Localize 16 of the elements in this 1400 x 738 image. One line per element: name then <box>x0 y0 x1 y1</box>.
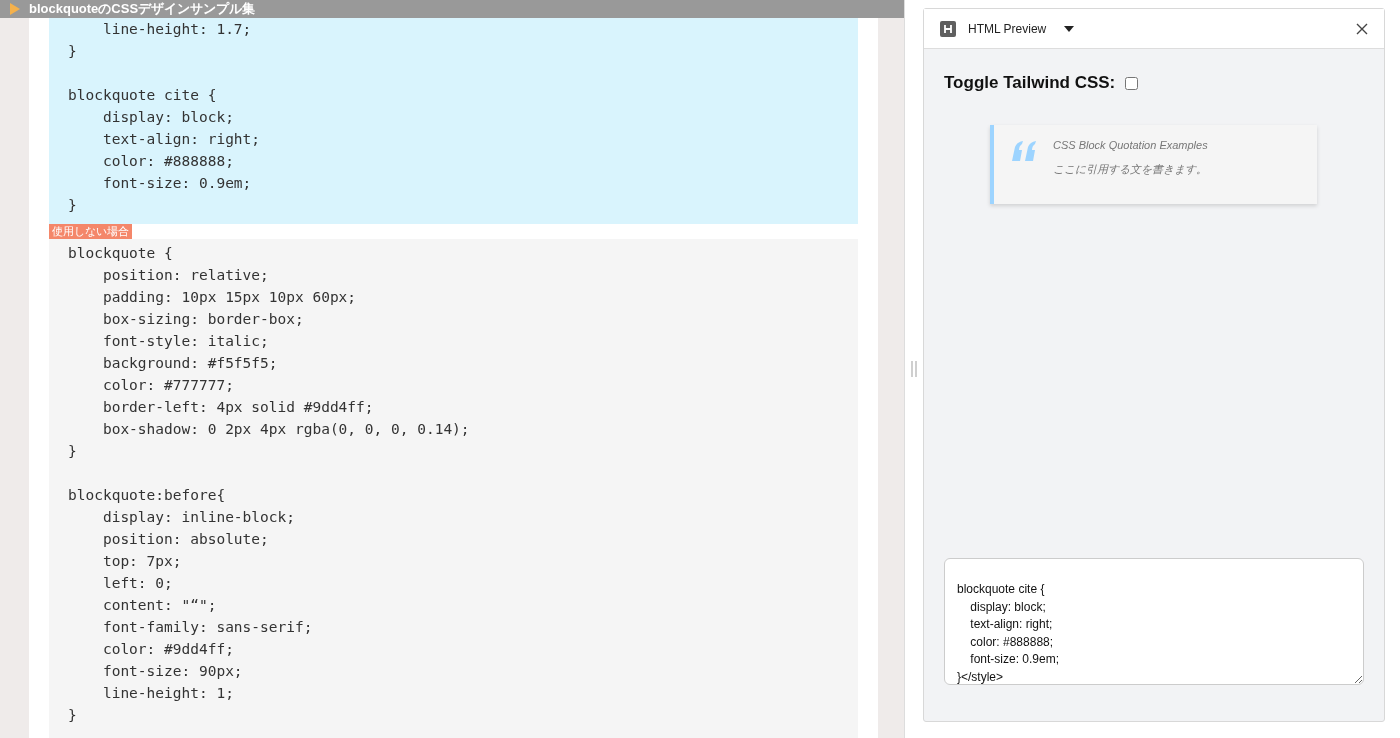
tailwind-checkbox[interactable] <box>1125 76 1139 90</box>
drag-handle-icon[interactable] <box>911 361 917 377</box>
triangle-icon <box>9 3 21 15</box>
page-title: blockquoteのCSSデザインサンプル集 <box>29 0 256 18</box>
code-listing: line-height: 1.7; } blockquote cite { display: block; text-align: right; color: #888888; font-size: 0.9em; } <box>68 20 262 215</box>
toggle-label: Toggle Tailwind CSS: <box>944 73 1116 93</box>
code-textarea[interactable]: blockquote cite { display: block; text-align: right; color: #888888; font-size: 0.9em; }</style> <box>944 558 1364 685</box>
quote-text: ここに引用する文を書きます。 <box>1053 162 1208 177</box>
panel-title: HTML Preview <box>968 21 1047 36</box>
quote-title: CSS Block Quotation Examples <box>1053 139 1208 151</box>
h-logo-icon <box>940 20 956 37</box>
caret-icon[interactable] <box>1064 25 1075 32</box>
status-badge: 使用しない場合 <box>49 224 132 239</box>
close-icon[interactable] <box>1356 22 1368 35</box>
quote-mark-icon <box>1011 141 1037 161</box>
code-listing: blockquote { position: relative; padding: 10px 15px 10px 60px; box-sizing: border-box; font-style: italic; background: #f5f5f5; color: #777777; border-left: 4px solid #9dd4ff; box-shadow: 0 2px 4px rgba(0, 0, 0, 0.14); } blockquote:before{ display: inline-block; position: absolute; top: 7px; left: 0; content: "“"; font-family: sans-serif; color: #9dd4ff; font-size: 90px; line-height: 1; } <box>68 244 471 725</box>
